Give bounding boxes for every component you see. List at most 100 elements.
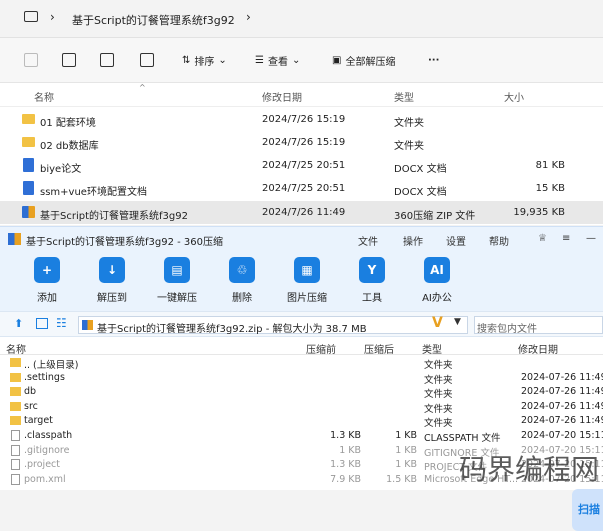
- zip-cell-before: 1.3 KB: [330, 430, 361, 441]
- file-row[interactable]: 01 配套环境 2024/7/26 15:19 文件夹: [0, 108, 603, 131]
- column-type[interactable]: 类型: [394, 89, 414, 104]
- breadcrumb[interactable]: 基于Script的订餐管理系统f3g92: [72, 12, 235, 28]
- zip-column-after[interactable]: 压缩后: [364, 341, 394, 356]
- image-compress-icon: ▦: [294, 257, 320, 283]
- column-modified[interactable]: 修改日期: [262, 89, 302, 104]
- zip-cell-name: target: [24, 415, 53, 427]
- add-button[interactable]: + 添加: [21, 257, 73, 304]
- file-list: 01 配套环境 2024/7/26 15:19 文件夹 02 db数据库 202…: [0, 107, 603, 225]
- zip-icon: [22, 206, 35, 218]
- view-mode-icon[interactable]: [36, 318, 48, 329]
- file-row[interactable]: 02 db数据库 2024/7/26 15:19 文件夹: [0, 131, 603, 154]
- extract-icon: ▣: [332, 54, 342, 66]
- zip-row[interactable]: target 文件夹 2024-07-26 11:49: [0, 414, 603, 429]
- zip-row[interactable]: .settings 文件夹 2024-07-26 11:49: [0, 371, 603, 386]
- zip-list-header: 名称 压缩前 压缩后 类型 修改日期: [0, 337, 603, 356]
- zip-column-type[interactable]: 类型: [422, 341, 442, 356]
- zip-title-bar: 基于Script的订餐管理系统f3g92 - 360压缩 文件 操作 设置 帮助…: [0, 227, 603, 251]
- delete-button[interactable]: [140, 52, 154, 68]
- zip-cell-date: 2024-07-26 11:49: [521, 400, 603, 412]
- menu-lines-icon[interactable]: ≡: [562, 233, 570, 244]
- zip-cell-name: .classpath: [24, 430, 73, 441]
- zip-cell-before: 1 KB: [339, 444, 361, 456]
- zip-cell-before: 1.3 KB: [330, 459, 361, 471]
- delete-archive-button[interactable]: ♲ 删除: [216, 257, 268, 304]
- zip-row[interactable]: .classpath 1.3 KB 1 KB CLASSPATH 文件 2024-07-…: [0, 429, 603, 444]
- column-size[interactable]: 大小: [504, 89, 524, 104]
- zip-column-name[interactable]: 名称: [6, 341, 26, 356]
- menu-operation[interactable]: 操作: [403, 233, 423, 248]
- zip-row[interactable]: src 文件夹 2024-07-26 11:49: [0, 400, 603, 415]
- up-arrow-icon[interactable]: ⬆: [14, 317, 23, 330]
- zip-row[interactable]: db 文件夹 2024-07-26 11:49: [0, 385, 603, 400]
- zip-cell-date: 2024-07-26 11:49: [521, 371, 603, 383]
- copy-button[interactable]: [24, 52, 38, 68]
- extract-all-button[interactable]: ▣ 全部解压缩: [332, 52, 395, 68]
- column-name[interactable]: 名称: [34, 89, 54, 104]
- more-button[interactable]: ···: [428, 52, 439, 68]
- sort-button[interactable]: ⇅ 排序 ⌄: [182, 52, 227, 68]
- vip-check-icon[interactable]: V: [432, 315, 443, 331]
- view-icon: ☰: [255, 54, 264, 66]
- zip-row[interactable]: .. (上级目录) 文件夹: [0, 356, 603, 371]
- zip-toolbar: + 添加 ↓ 解压到 ▤ 一键解压 ♲ 删除 ▦ 图片压缩 Y 工具 AI AI办公: [0, 251, 603, 311]
- list-view-icon[interactable]: ☷: [56, 316, 67, 330]
- dropdown-arrow-icon[interactable]: ▼: [454, 317, 461, 327]
- zip-cell-name: .gitignore: [24, 444, 70, 456]
- command-bar: ⇅ 排序 ⌄ ☰ 查看 ⌄ ▣ 全部解压缩 ···: [0, 38, 603, 83]
- zip-cell-after: 1.5 KB: [386, 473, 417, 485]
- tools-button[interactable]: Y 工具: [346, 257, 398, 304]
- sort-arrow-icon: ^: [139, 83, 146, 92]
- share-button[interactable]: [100, 52, 114, 68]
- chevron-right-icon[interactable]: ›: [246, 10, 251, 24]
- view-button[interactable]: ☰ 查看 ⌄: [255, 52, 300, 68]
- zip-column-before[interactable]: 压缩前: [306, 341, 336, 356]
- address-bar: › 基于Script的订餐管理系统f3g92 ›: [0, 0, 603, 38]
- zip-cell-name: db: [24, 386, 37, 398]
- rename-button[interactable]: [62, 52, 76, 68]
- menu-help[interactable]: 帮助: [489, 233, 509, 248]
- zip-column-modified[interactable]: 修改日期: [518, 341, 558, 356]
- folder-icon: [10, 358, 21, 367]
- zip-cell-type: 文件夹: [424, 403, 453, 415]
- zip-cell-type: 文件夹: [424, 374, 453, 386]
- zip-cell-date: 2024-07-26 11:49: [521, 415, 603, 427]
- zip-cell-name: .project: [24, 459, 60, 471]
- recycle-icon: ♲: [229, 257, 255, 283]
- one-click-extract-icon: ▤: [164, 257, 190, 283]
- share-icon: [100, 53, 114, 67]
- zip-cell-after: 1 KB: [395, 430, 417, 441]
- zip-cell-after: 1 KB: [395, 459, 417, 471]
- file-icon: [11, 444, 20, 456]
- watermark: 码界编程网: [458, 453, 599, 486]
- add-icon: +: [34, 257, 60, 283]
- zip-cell-after: 1 KB: [395, 444, 417, 456]
- chevron-right-icon[interactable]: ›: [50, 10, 55, 24]
- trash-icon: [140, 53, 154, 67]
- rename-icon: [62, 53, 76, 67]
- skin-icon[interactable]: ♕: [538, 233, 547, 244]
- zip-cell-type: 文件夹: [424, 360, 453, 371]
- scan-side-button[interactable]: 扫描: [572, 489, 603, 531]
- menu-file[interactable]: 文件: [358, 233, 378, 248]
- one-click-extract-button[interactable]: ▤ 一键解压: [151, 257, 203, 304]
- image-compress-button[interactable]: ▦ 图片压缩: [281, 257, 333, 304]
- archive-search-input[interactable]: 搜索包内文件: [474, 316, 603, 335]
- extract-to-button[interactable]: ↓ 解压到: [86, 257, 138, 304]
- zip-path-bar: ⬆ ☷ 基于Script的订餐管理系统f3g92.zip - 解包大小为 38.…: [0, 311, 603, 337]
- file-row[interactable]: ssm+vue环境配置文档 2024/7/25 20:51 DOCX 文档 15…: [0, 177, 603, 200]
- menu-settings[interactable]: 设置: [446, 233, 466, 248]
- zip-icon: [82, 320, 93, 330]
- monitor-icon[interactable]: [24, 11, 38, 22]
- extract-to-icon: ↓: [99, 257, 125, 283]
- folder-icon: [10, 401, 21, 411]
- zip-cell-date: 2024-07-20 15:11: [521, 430, 603, 441]
- file-row-selected[interactable]: 基于Script的订餐管理系统f3g92 2024/7/26 11:49 360…: [0, 201, 603, 224]
- minimize-icon[interactable]: —: [586, 233, 596, 244]
- zip-cell-type: 文件夹: [424, 389, 453, 401]
- ai-office-button[interactable]: AI AI办公: [411, 257, 463, 304]
- archive-path-field[interactable]: 基于Script的订餐管理系统f3g92.zip - 解包大小为 38.7 MB: [78, 316, 468, 335]
- zip-window-title: 基于Script的订餐管理系统f3g92 - 360压缩: [26, 237, 224, 248]
- file-row[interactable]: biye论文 2024/7/25 20:51 DOCX 文档 81 KB: [0, 154, 603, 177]
- tools-icon: Y: [359, 257, 385, 283]
